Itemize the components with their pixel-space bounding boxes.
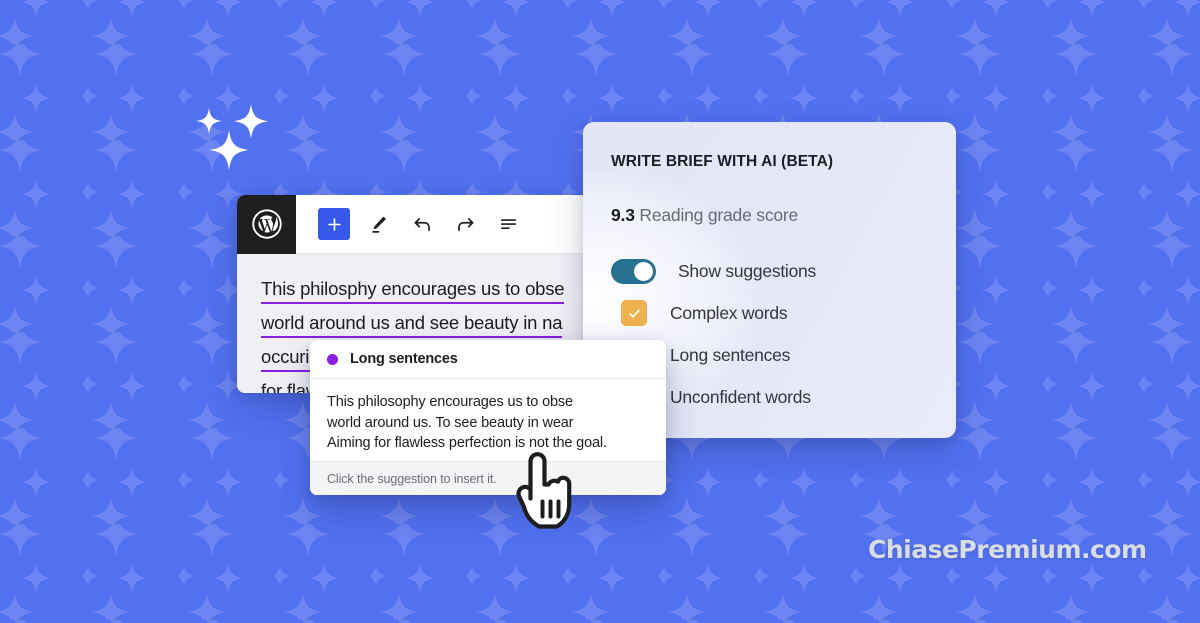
editor-toolbar (237, 195, 590, 254)
complex-words-label: Complex words (670, 302, 788, 323)
suggestion-popup: Long sentences This philosophy encourage… (310, 340, 666, 495)
undo-button[interactable] (408, 210, 436, 238)
undo-arrow-icon (414, 217, 430, 231)
reading-grade-score: 9.3 Reading grade score (611, 205, 956, 226)
redo-button[interactable] (451, 210, 479, 238)
check-icon (628, 308, 640, 318)
suggestion-popup-footer: Click the suggestion to insert it. (310, 461, 666, 495)
edit-tool-button[interactable] (365, 210, 393, 238)
wordpress-logo-icon (251, 209, 282, 239)
show-suggestions-label: Show suggestions (678, 260, 817, 281)
watermark: ChiasePremium.com (868, 535, 1147, 564)
suggestion-line: world around us. To see beauty in wear (327, 414, 574, 431)
long-sentences-label: Long sentences (670, 344, 791, 365)
ai-sparkles-decoration (196, 104, 269, 170)
suggestion-popup-title: Long sentences (350, 351, 458, 367)
pencil-icon (372, 216, 386, 233)
toggle-knob (634, 261, 653, 281)
reading-grade-label: Reading grade score (639, 205, 799, 225)
unconfident-words-label: Unconfident words (670, 386, 811, 407)
complex-words-row[interactable]: Complex words (611, 292, 956, 334)
document-outline-icon (500, 218, 516, 229)
suggestion-line: Aiming for flawless perfection is not th… (327, 435, 607, 451)
suggestion-line: This philosophy encourages us to obse (327, 394, 573, 410)
editor-line: This philosphy encourages us to obse (261, 275, 565, 304)
show-suggestions-row[interactable]: Show suggestions (611, 250, 956, 292)
plus-icon (327, 217, 341, 231)
suggestion-text[interactable]: This philosophy encourages us to obse wo… (310, 379, 666, 457)
panel-title: WRITE BRIEF WITH AI (BETA) (611, 153, 834, 170)
details-button[interactable] (494, 210, 522, 238)
reading-grade-value: 9.3 (611, 205, 635, 225)
redo-arrow-icon (457, 217, 473, 231)
editor-line: world around us and see beauty in na (261, 309, 563, 338)
add-block-button[interactable] (318, 208, 350, 240)
complex-words-checkbox[interactable] (621, 300, 647, 326)
wordpress-logo[interactable] (237, 195, 296, 254)
long-sentences-dot-icon (327, 353, 338, 365)
suggestion-popup-header: Long sentences (310, 340, 666, 379)
show-suggestions-toggle[interactable] (611, 258, 656, 284)
